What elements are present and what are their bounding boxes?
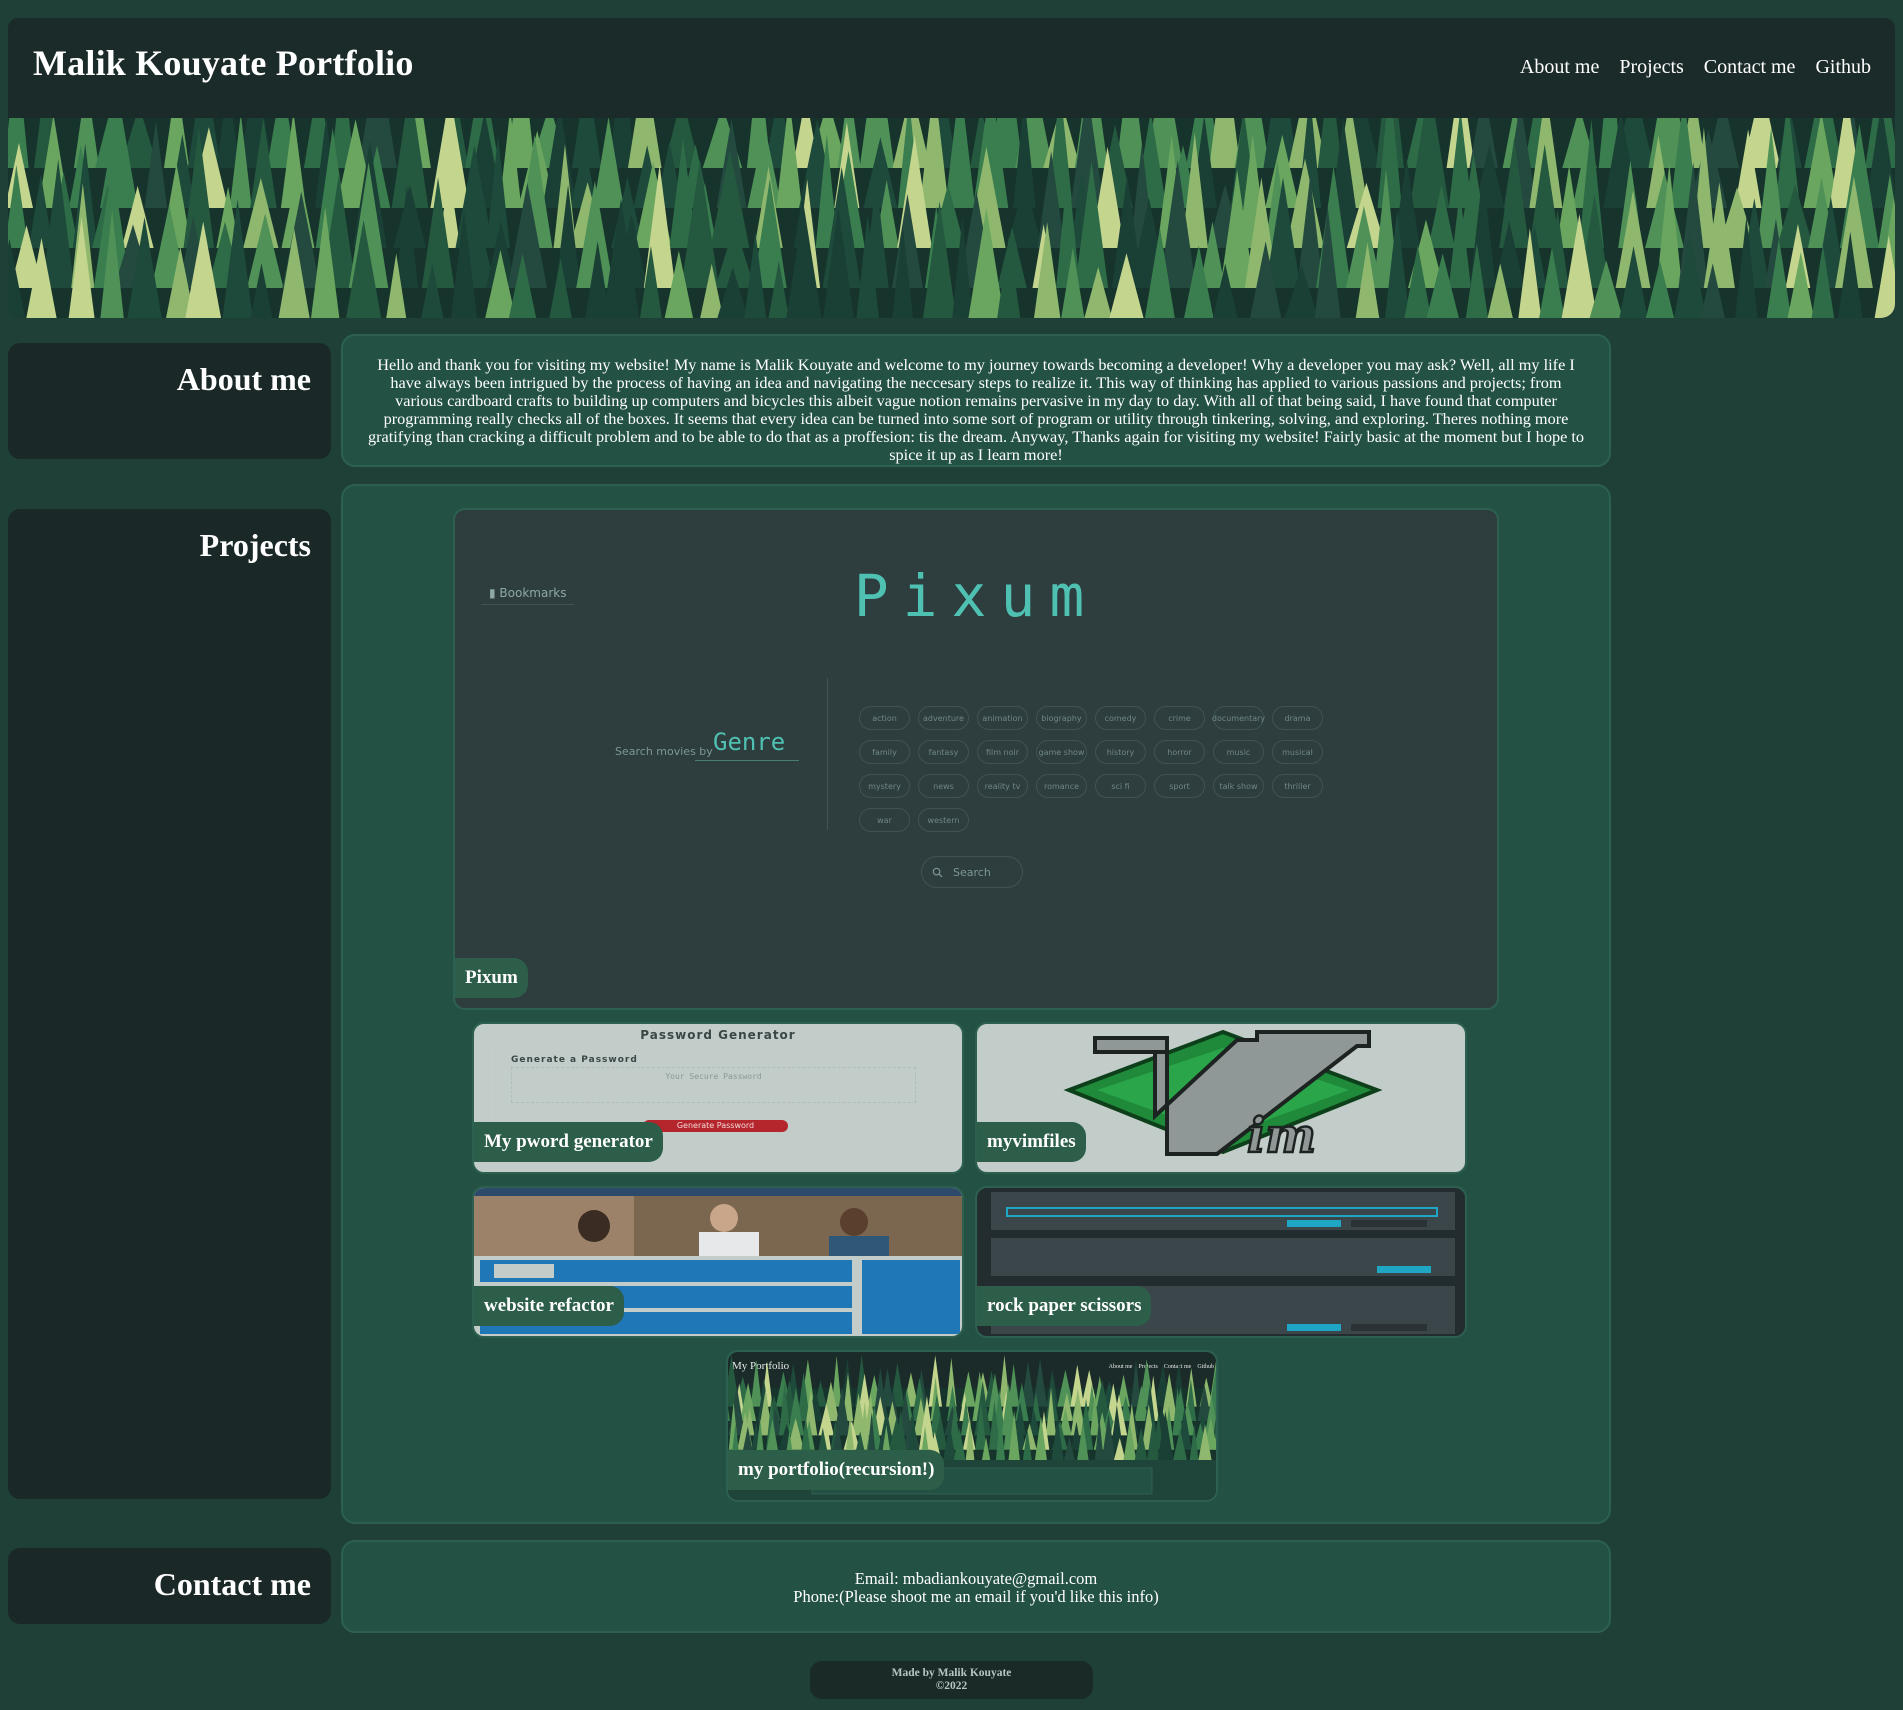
genre-chip: animation (977, 706, 1028, 730)
contact-email: Email: mbadiankouyate@gmail.com (854, 1569, 1098, 1588)
contact-heading: Contact me (153, 1566, 311, 1602)
genre-chip: history (1095, 740, 1146, 764)
genre-chip: news (918, 774, 969, 798)
genre-chip: action (859, 706, 910, 730)
genre-chip: documentary (1212, 706, 1265, 730)
nav-projects[interactable]: Projects (1619, 56, 1683, 79)
genre-chip: sci fi (1095, 774, 1146, 798)
divider (827, 678, 828, 830)
genre-chip: drama (1272, 706, 1323, 730)
project-card-pword-generator[interactable]: Password Generator Generate a Password Y… (472, 1022, 964, 1174)
genre-chip: western (918, 808, 969, 832)
project-label-myvimfiles[interactable]: myvimfiles (977, 1122, 1086, 1162)
genre-chip: musical (1272, 740, 1323, 764)
project-label-website-refactor[interactable]: website refactor (474, 1286, 624, 1326)
pixum-search-box: Search (921, 856, 1023, 888)
genre-chip: thriller (1272, 774, 1323, 798)
genre-chip: horror (1154, 740, 1205, 764)
genre-chip: comedy (1095, 706, 1146, 730)
genre-chip: sport (1154, 774, 1205, 798)
contact-phone: Phone:(Please shoot me an email if you'd… (793, 1587, 1159, 1606)
genre-chip: romance (1036, 774, 1087, 798)
project-card-myvimfiles[interactable]: im myvimfiles (975, 1022, 1467, 1174)
genre-chip: mystery (859, 774, 910, 798)
genre-chip: family (859, 740, 910, 764)
genre-chip: adventure (918, 706, 969, 730)
genre-chip-grid: action adventure animation biography comedy c… (859, 706, 1335, 832)
nav-contact-me[interactable]: Contact me (1704, 56, 1796, 79)
contact-panel: Email: mbadiankouyate@gmail.com Phone:(P… (341, 1540, 1611, 1633)
genre-selector: Genre (695, 728, 799, 761)
project-card-my-portfolio[interactable]: My Portfolio About me Projects Contact m… (726, 1350, 1218, 1502)
genre-chip: game show (1036, 740, 1087, 764)
pword-preview-button: Generate Password (643, 1120, 788, 1132)
genre-chip: talk show (1213, 774, 1264, 798)
genre-chip: crime (1154, 706, 1205, 730)
pine-tree-shape (750, 1359, 763, 1407)
projects-panel: ▮ Bookmarks Pixum Search movies by Genre… (341, 484, 1611, 1524)
main-nav: About me Projects Contact me Github (1520, 56, 1871, 79)
search-placeholder: Search (953, 865, 991, 879)
contact-details: Email: mbadiankouyate@gmail.com Phone:(P… (343, 1542, 1609, 1606)
svg-text:im: im (1247, 1108, 1316, 1164)
genre-chip: music (1213, 740, 1264, 764)
project-label-pixum[interactable]: Pixum (455, 958, 528, 998)
site-title: Malik Kouyate Portfolio (33, 43, 414, 83)
about-text: Hello and thank you for visiting my webs… (367, 355, 1585, 464)
genre-chip: film noir (977, 740, 1028, 764)
project-card-rock-paper-scissors[interactable]: rock paper scissors (975, 1186, 1467, 1338)
projects-heading-box: Projects (8, 509, 331, 1499)
project-card-pixum[interactable]: ▮ Bookmarks Pixum Search movies by Genre… (453, 508, 1499, 1010)
forest-banner-image (8, 118, 1895, 318)
pword-preview-subtitle: Generate a Password (511, 1055, 638, 1065)
forest-illustration (8, 118, 1895, 318)
search-icon (932, 867, 943, 878)
genre-chip: reality tv (977, 774, 1028, 798)
genre-chip: fantasy (918, 740, 969, 764)
contact-heading-box: Contact me (8, 1548, 331, 1624)
site-header: Malik Kouyate Portfolio About me Project… (8, 18, 1895, 118)
about-heading: About me (176, 361, 311, 397)
footer-copyright: ©2022 (935, 1680, 968, 1692)
project-card-website-refactor[interactable]: website refactor (472, 1186, 964, 1338)
about-heading-box: About me (8, 343, 331, 459)
pword-preview-title: Password Generator (640, 1028, 796, 1042)
project-label-rock-paper-scissors[interactable]: rock paper scissors (977, 1286, 1152, 1326)
pword-preview-output: Your Secure Password (511, 1067, 916, 1103)
genre-chip: biography (1036, 706, 1087, 730)
footer-credit: Made by Malik Kouyate (891, 1667, 1012, 1679)
pixum-logo: Pixum (853, 562, 1099, 630)
pine-tree-shape (1217, 1429, 1218, 1465)
about-panel: Hello and thank you for visiting my webs… (341, 334, 1611, 467)
nav-github[interactable]: Github (1815, 56, 1871, 79)
project-label-pword-generator[interactable]: My pword generator (474, 1122, 663, 1162)
project-label-my-portfolio[interactable]: my portfolio(recursion!) (728, 1450, 945, 1490)
genre-chip: war (859, 808, 910, 832)
nav-about-me[interactable]: About me (1520, 56, 1599, 79)
projects-heading: Projects (199, 527, 311, 563)
site-footer: Made by Malik Kouyate ©2022 (810, 1661, 1093, 1699)
